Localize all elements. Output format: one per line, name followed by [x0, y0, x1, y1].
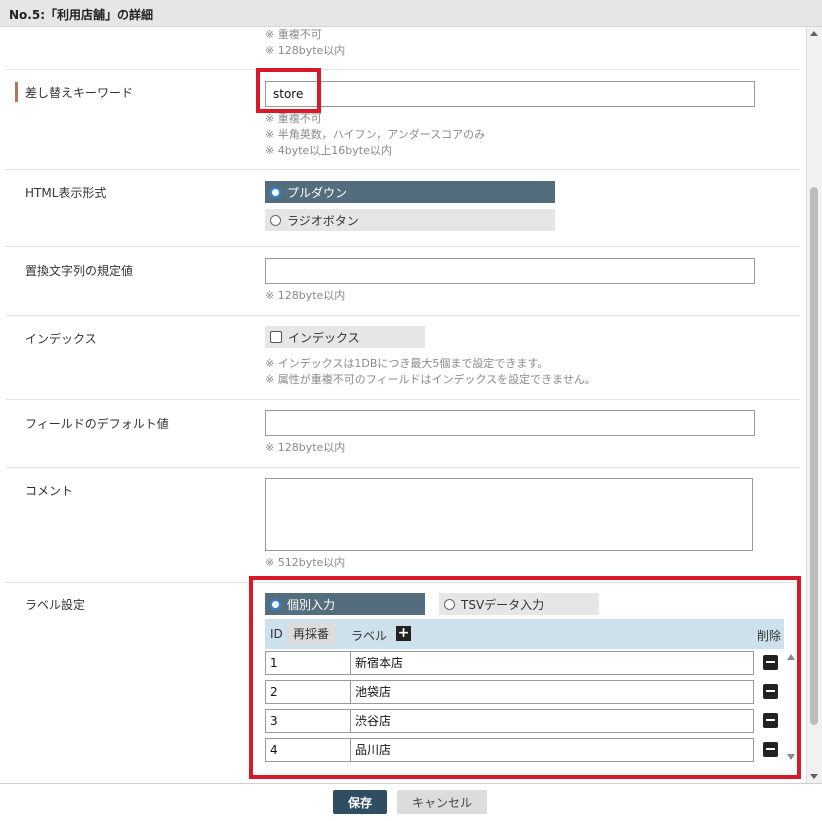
- option-label: 個別入力: [287, 597, 336, 612]
- keyword-row: 差し替えキーワード ※ 重複不可 ※ 半角英数，ハイフン，アンダースコアのみ ※…: [6, 71, 800, 170]
- keyword-input[interactable]: [265, 81, 755, 107]
- delete-row-button[interactable]: [763, 742, 778, 757]
- scroll-down-icon[interactable]: [787, 754, 795, 760]
- delete-row-button[interactable]: [763, 655, 778, 670]
- add-label-button[interactable]: +: [396, 626, 411, 641]
- id-cell[interactable]: 4: [265, 738, 351, 762]
- option-label: TSVデータ入力: [461, 597, 545, 612]
- scrollbar-thumb[interactable]: [810, 187, 818, 725]
- index-row: インデックス インデックス ※ インデックスは1DBにつき最大5個まで設定できま…: [6, 317, 800, 400]
- scroll-up-icon[interactable]: [787, 654, 795, 660]
- label-settings-row: ラベル設定 個別入力 TSVデータ入力 ID 再採番 ラベル + 削除 1 新宿…: [6, 584, 800, 783]
- note: ※ 128byte以内: [265, 441, 346, 454]
- checkbox-icon: [270, 331, 282, 343]
- save-button[interactable]: 保存: [333, 790, 387, 814]
- resort-button[interactable]: 再採番: [286, 623, 337, 645]
- option-radio-button[interactable]: ラジオボタン: [265, 209, 555, 231]
- radio-icon: [444, 598, 455, 610]
- label-cell[interactable]: 新宿本店: [350, 651, 754, 675]
- dialog-footer: 保存 キャンセル: [0, 783, 822, 821]
- note: ※ 重複不可: [265, 112, 322, 125]
- id-cell[interactable]: 2: [265, 680, 351, 704]
- default-replace-row: 置換文字列の規定値 ※ 128byte以内: [6, 248, 800, 316]
- radio-icon: [270, 214, 281, 226]
- id-cell[interactable]: 3: [265, 709, 351, 733]
- html-format-row: HTML表示形式 プルダウン ラジオボタン: [6, 171, 800, 247]
- delete-row-button[interactable]: [763, 713, 778, 728]
- default-replace-label: 置換文字列の規定値: [25, 264, 134, 278]
- note: ※ 半角英数，ハイフン，アンダースコアのみ: [265, 128, 486, 141]
- scroll-down-icon[interactable]: [810, 774, 818, 779]
- field-default-input[interactable]: [265, 410, 755, 436]
- field-default-row: フィールドのデフォルト値 ※ 128byte以内: [6, 401, 800, 468]
- radio-icon: [270, 598, 281, 610]
- cancel-button[interactable]: キャンセル: [397, 790, 487, 814]
- comment-row: コメント ※ 512byte以内: [6, 469, 800, 583]
- note: ※ 属性が重複不可のフィールドはインデックスを設定できません。: [265, 373, 596, 386]
- note: ※ 4byte以上16byte以内: [265, 144, 392, 157]
- header-label: ラベル: [351, 629, 388, 643]
- note: ※ 128byte以内: [265, 44, 346, 57]
- default-replace-input[interactable]: [265, 258, 755, 284]
- dialog-title-bar: No.5:「利用店舗」の詳細: [0, 0, 822, 27]
- keyword-label: 差し替えキーワード: [25, 86, 134, 100]
- label-cell[interactable]: 品川店: [350, 738, 754, 762]
- option-pulldown[interactable]: プルダウン: [265, 181, 555, 203]
- index-checkbox[interactable]: インデックス: [265, 326, 425, 348]
- field-default-label: フィールドのデフォルト値: [25, 417, 169, 431]
- radio-icon: [270, 186, 281, 198]
- label-table-header: ID 再採番 ラベル + 削除: [265, 619, 784, 649]
- header-delete: 削除: [756, 629, 781, 643]
- note: ※ インデックスは1DBにつき最大5個まで設定できます。: [265, 357, 549, 370]
- label-settings-label: ラベル設定: [25, 598, 86, 612]
- header-id: ID: [270, 627, 283, 641]
- note: ※ 重複不可: [265, 28, 322, 41]
- dialog-title: No.5:「利用店舗」の詳細: [9, 8, 153, 22]
- comment-textarea[interactable]: [265, 478, 753, 551]
- id-cell[interactable]: 1: [265, 651, 351, 675]
- label-cell[interactable]: 池袋店: [350, 680, 754, 704]
- scroll-up-icon[interactable]: [810, 31, 818, 36]
- label-table-scrollbar[interactable]: [785, 651, 798, 763]
- html-format-label: HTML表示形式: [25, 186, 107, 200]
- dialog-scrollbar[interactable]: [806, 27, 822, 783]
- mode-tsv[interactable]: TSVデータ入力: [439, 593, 599, 615]
- comment-label: コメント: [25, 484, 74, 498]
- required-mark: [15, 82, 18, 102]
- index-label: インデックス: [25, 332, 97, 346]
- option-label: プルダウン: [287, 185, 348, 200]
- checkbox-label: インデックス: [288, 330, 360, 345]
- dialog-content[interactable]: ※ 重複不可 ※ 128byte以内 差し替えキーワード ※ 重複不可 ※ 半角…: [0, 27, 806, 783]
- delete-row-button[interactable]: [763, 684, 778, 699]
- note: ※ 128byte以内: [265, 289, 346, 302]
- label-cell[interactable]: 渋谷店: [350, 709, 754, 733]
- option-label: ラジオボタン: [287, 213, 359, 228]
- mode-individual[interactable]: 個別入力: [265, 593, 425, 615]
- note: ※ 512byte以内: [265, 556, 346, 569]
- previous-field-row: ※ 重複不可 ※ 128byte以内: [6, 27, 800, 70]
